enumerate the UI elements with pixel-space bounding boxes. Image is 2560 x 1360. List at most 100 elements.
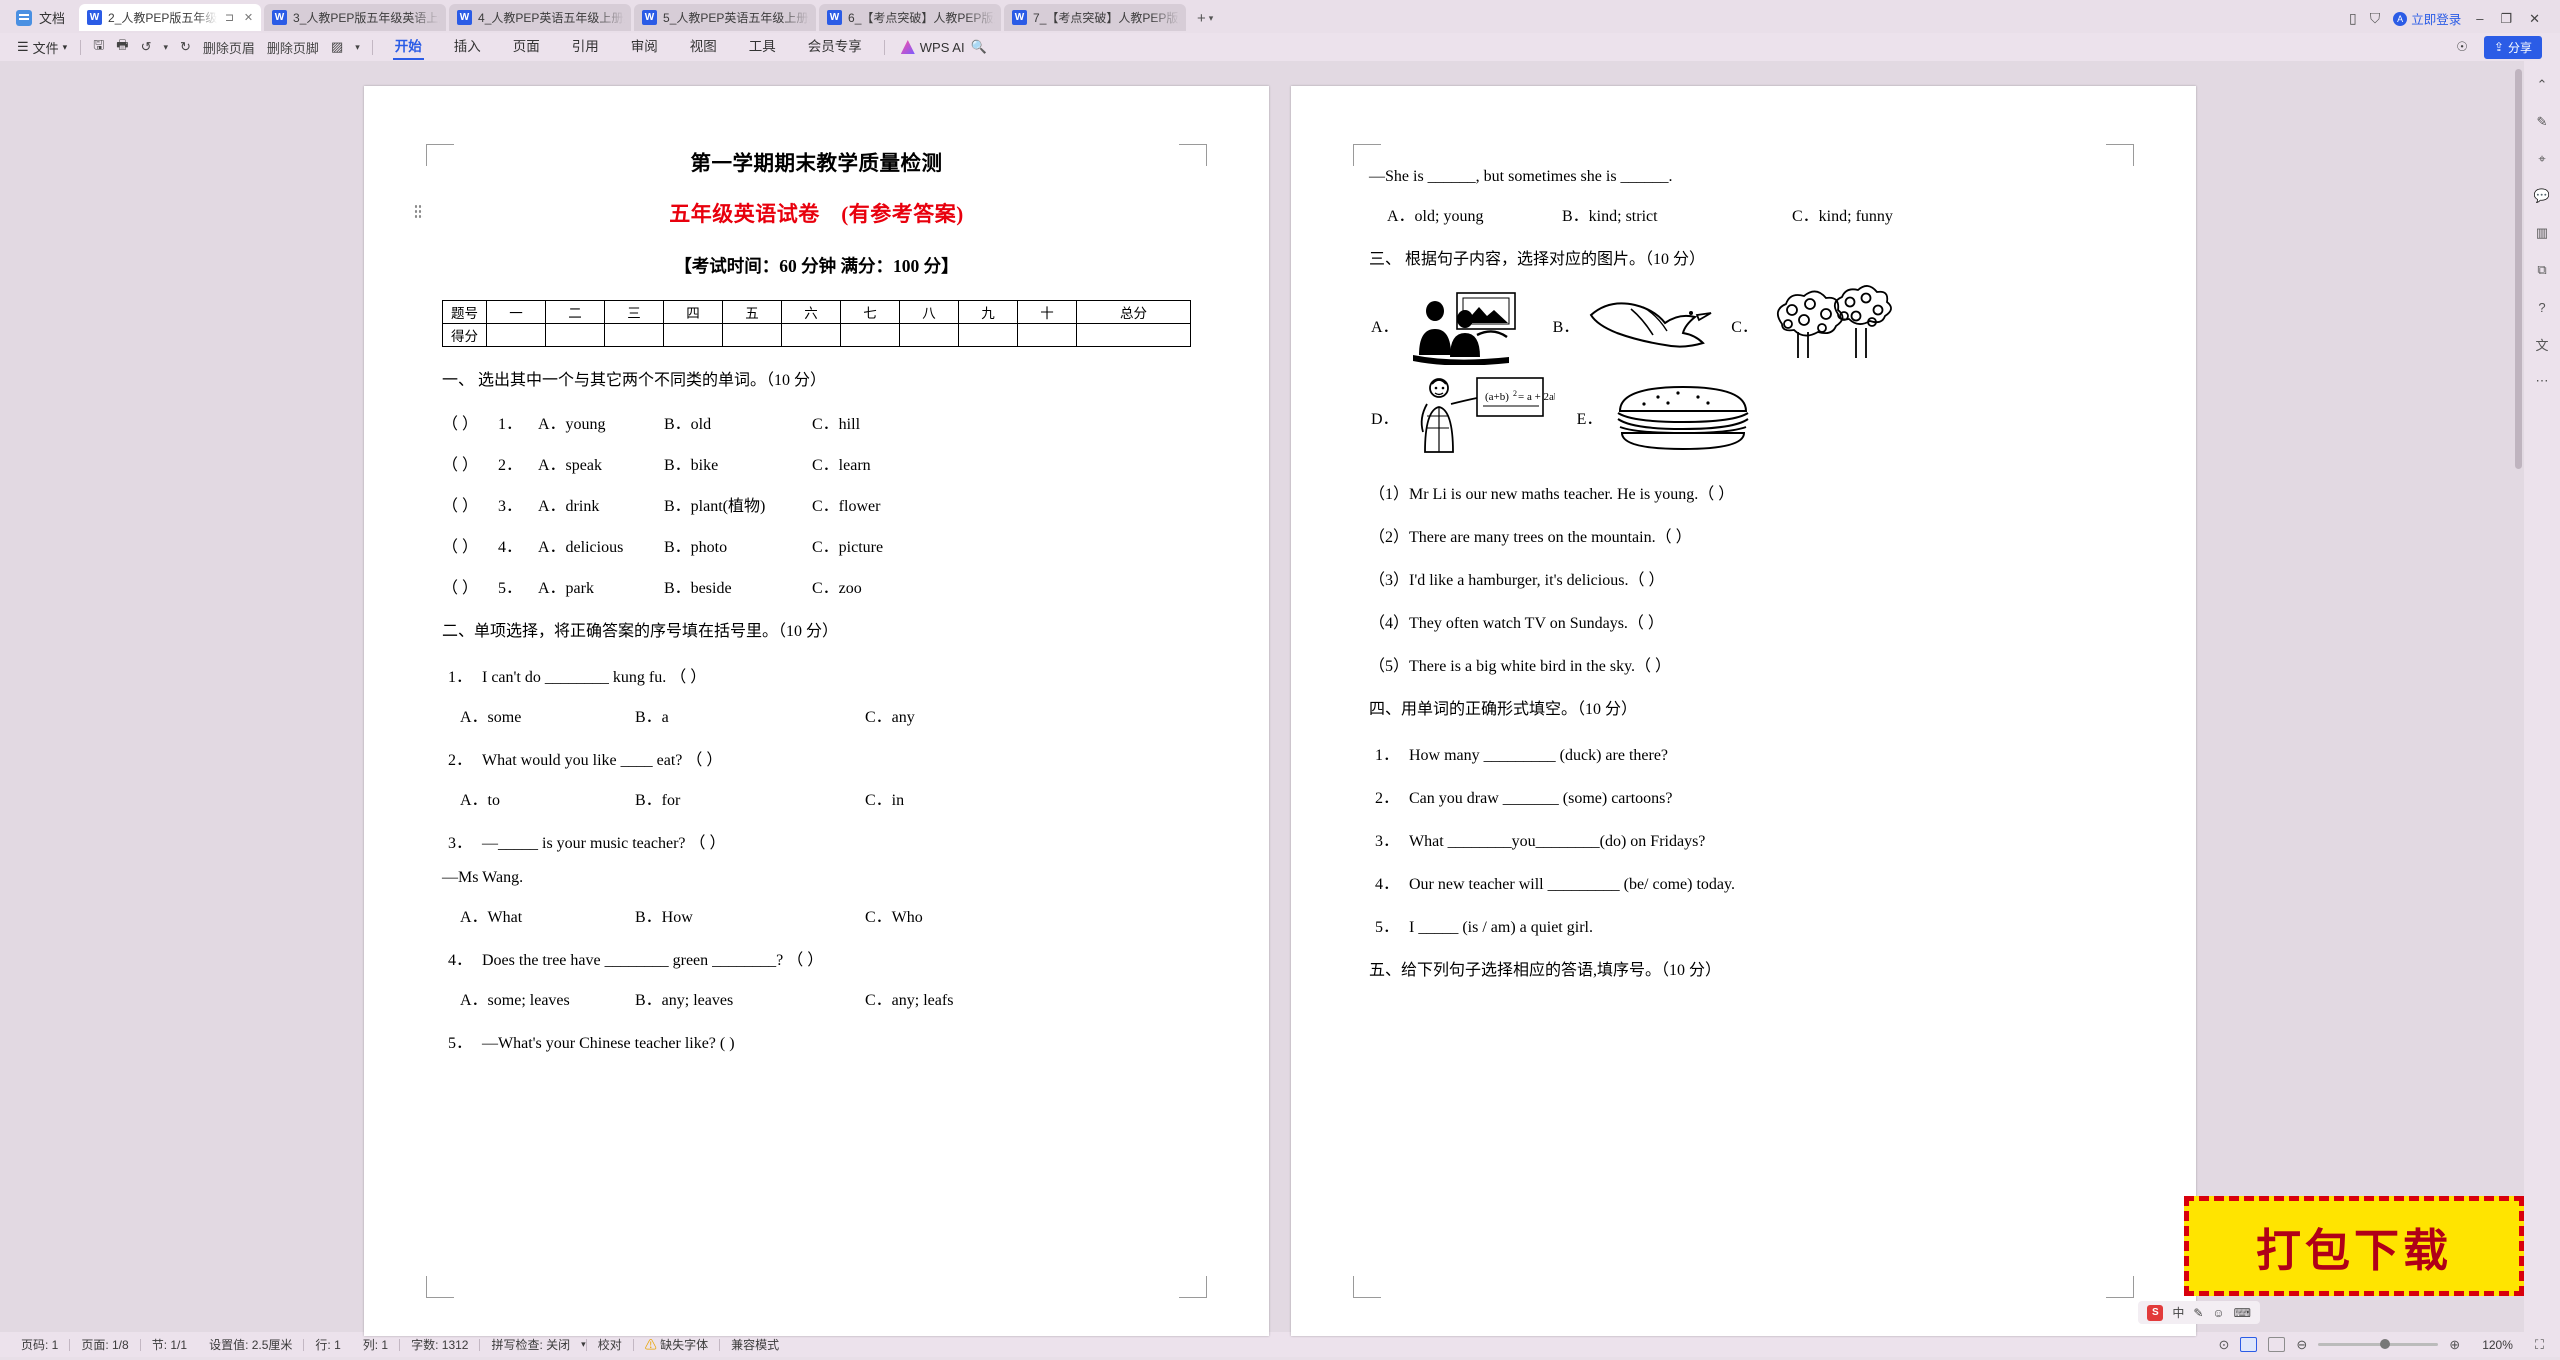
new-tab-button[interactable]: + ▾ — [1189, 10, 1221, 31]
score-cell[interactable] — [840, 323, 900, 347]
close-window-button[interactable]: ✕ — [2527, 11, 2542, 27]
score-cell[interactable] — [781, 323, 841, 347]
tab-5[interactable]: W 6_【考点突破】人教PEP版英语五年级 — [819, 4, 1002, 31]
compare-icon[interactable]: ⧉ — [2532, 260, 2552, 280]
section-three-heading: 三、 根据句子内容，选择对应的图片。（10 分） — [1369, 251, 1706, 268]
close-icon[interactable]: ✕ — [242, 11, 255, 24]
mobile-icon[interactable]: ▯ — [2349, 10, 2357, 27]
file-menu-button[interactable]: ☰ 文件 ▾ — [10, 36, 74, 58]
print-icon[interactable]: 🖶 — [110, 36, 134, 58]
menu-reference[interactable]: 引用 — [556, 34, 615, 60]
delete-footer-button[interactable]: 删除页脚 — [261, 38, 325, 57]
save-icon[interactable]: 🖫 — [87, 36, 110, 58]
score-cell[interactable] — [663, 323, 723, 347]
score-cell[interactable] — [1076, 323, 1191, 347]
zoom-out-icon[interactable]: ⊖ — [2296, 1337, 2307, 1353]
answer-paren[interactable]: （ ） — [442, 533, 498, 557]
ime-mode-icon[interactable]: 中 — [2172, 1304, 2184, 1321]
chevron-down-icon[interactable]: ▾ — [1209, 13, 1214, 24]
paragraph-grip-handle[interactable] — [414, 204, 423, 218]
share-button[interactable]: ⇪ 分享 — [2483, 35, 2542, 59]
menu-review[interactable]: 审阅 — [615, 34, 674, 60]
vertical-scrollbar[interactable] — [2515, 69, 2522, 469]
item-number: 5． — [1375, 919, 1400, 936]
tab-2[interactable]: W 3_人教PEP版五年级英语上册期末测试 — [264, 4, 447, 31]
status-zoom-level[interactable]: 120% — [2471, 1338, 2524, 1352]
tab-3[interactable]: W 4_人教PEP英语五年级上册期末真题汇 — [449, 4, 632, 31]
answer-paren[interactable]: （ ） — [442, 451, 498, 475]
ime-floating-bar[interactable]: S 中 ✎ ☺ ⌨ — [2138, 1301, 2260, 1324]
score-cell[interactable] — [722, 323, 782, 347]
login-button[interactable]: A 立即登录 — [2393, 9, 2461, 28]
tab-6[interactable]: W 7_【考点突破】人教PEP版英语五年级 — [1004, 4, 1187, 31]
option-b: B．any; leaves — [635, 992, 734, 1009]
score-cell[interactable] — [604, 323, 664, 347]
help-icon[interactable]: ? — [2532, 297, 2552, 317]
ime-keyboard-icon[interactable]: ⌨ — [2234, 1306, 2251, 1320]
score-table-row-header-1: 题号 — [442, 300, 487, 324]
status-spellcheck[interactable]: 拼写检查: 关闭 — [480, 1336, 581, 1353]
tab-1[interactable]: W 2_人教PEP版五年级英语上册期 ⊐ ✕ — [79, 4, 262, 31]
undo-icon[interactable]: ↺ — [135, 39, 158, 55]
help-icon[interactable]: ☉ — [2450, 39, 2474, 55]
document-page-2[interactable]: —She is ______, but sometimes she is ___… — [1291, 86, 2196, 1336]
hamburger-picture — [1608, 377, 1758, 457]
chart-icon[interactable]: ▥ — [2532, 223, 2552, 243]
pencil-icon[interactable]: ✎ — [2532, 112, 2552, 132]
score-cell[interactable] — [1017, 323, 1077, 347]
status-word-count[interactable]: 字数: 1312 — [400, 1336, 479, 1353]
menu-page[interactable]: 页面 — [497, 34, 556, 60]
undo-dropdown-icon[interactable]: ▾ — [157, 42, 174, 53]
pages-container: 第一学期期末教学质量检测 五年级英语试卷 (有参考答案) 【考试时间：60 分钟… — [0, 61, 2560, 1336]
score-cell[interactable] — [486, 323, 546, 347]
score-cell[interactable] — [958, 323, 1018, 347]
menu-view[interactable]: 视图 — [674, 34, 733, 60]
menu-insert[interactable]: 插入 — [438, 34, 497, 60]
web-view-button[interactable] — [2268, 1337, 2286, 1352]
delete-header-button[interactable]: 删除页眉 — [197, 38, 261, 57]
option-a: A．park — [538, 580, 594, 597]
download-badge[interactable]: 打包下载 — [2184, 1196, 2524, 1296]
answer-paren[interactable]: （ ） — [442, 574, 498, 598]
search-icon[interactable]: 🔍 — [965, 39, 993, 55]
restore-button[interactable]: ❐ — [2498, 11, 2514, 27]
word-file-icon: W — [1012, 10, 1028, 25]
focus-mode-icon[interactable]: ⊙ — [2218, 1337, 2229, 1353]
document-page-1[interactable]: 第一学期期末教学质量检测 五年级英语试卷 (有参考答案) 【考试时间：60 分钟… — [364, 86, 1269, 1336]
status-page-number: 页码: 1 — [21, 1338, 59, 1352]
menu-start[interactable]: 开始 — [379, 34, 438, 60]
zoom-in-icon[interactable]: ⊕ — [2449, 1337, 2460, 1353]
score-cell[interactable] — [899, 323, 959, 347]
document-home-button[interactable]: 文档 — [6, 4, 79, 31]
more-icon[interactable]: ⋯ — [2532, 371, 2552, 391]
score-col-3: 三 — [604, 300, 664, 324]
page-view-button[interactable] — [2240, 1337, 2258, 1352]
comment-icon[interactable]: 💬 — [2532, 186, 2552, 206]
zoom-slider[interactable] — [2318, 1339, 2439, 1349]
menu-member[interactable]: 会员专享 — [792, 34, 878, 60]
zoom-slider-handle[interactable] — [2380, 1339, 2391, 1349]
translate-icon[interactable]: 文 — [2532, 334, 2552, 354]
answer-paren[interactable]: （ ） — [442, 492, 498, 516]
tab-4[interactable]: W 5_人教PEP英语五年级上册期末综合素 — [634, 4, 817, 31]
menu-tools[interactable]: 工具 — [733, 34, 792, 60]
pin-icon[interactable]: ⊐ — [223, 11, 236, 24]
shield-icon[interactable]: ⛉ — [2370, 10, 2381, 27]
chevron-down-icon[interactable]: ▾ — [349, 42, 366, 53]
redo-icon[interactable]: ↻ — [174, 39, 197, 55]
ime-emoji-icon[interactable]: ☺ — [2212, 1306, 2224, 1320]
status-missing-font[interactable]: ⚠ 缺失字体 — [634, 1336, 719, 1353]
minimize-button[interactable]: – — [2474, 11, 2485, 26]
fullscreen-icon[interactable]: ⛶ — [2535, 1337, 2544, 1353]
fill-item-5: 5． I _____ (is / am) a quiet girl. — [1369, 913, 2118, 937]
ime-pen-icon[interactable]: ✎ — [2193, 1306, 2203, 1320]
score-cell[interactable] — [545, 323, 605, 347]
answer-paren[interactable]: （ ） — [442, 410, 498, 434]
format-painter-icon[interactable]: ▨ — [325, 39, 349, 55]
divider — [371, 39, 373, 55]
cursor-icon[interactable]: ⌖ — [2532, 149, 2552, 169]
collapse-icon[interactable]: ⌃ — [2532, 75, 2552, 95]
wps-ai-button[interactable]: WPS AI — [891, 40, 965, 55]
question-stem: Does the tree have ________ green ______… — [482, 952, 824, 969]
status-proofread[interactable]: 校对 — [587, 1336, 633, 1353]
